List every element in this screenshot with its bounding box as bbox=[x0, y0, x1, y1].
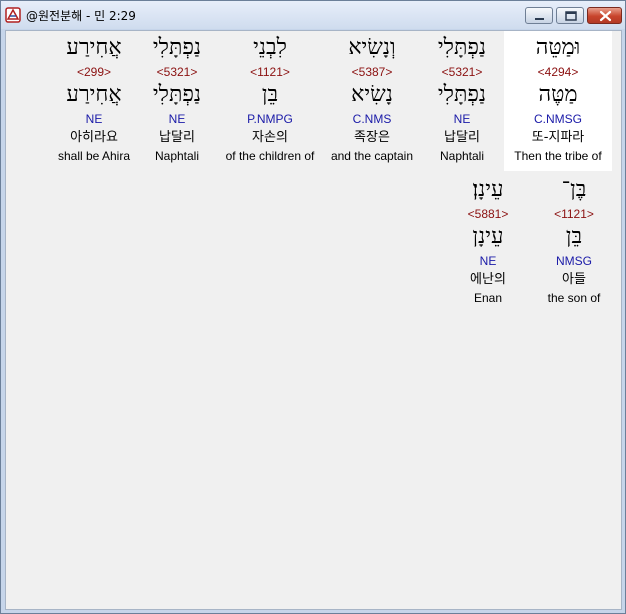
maximize-button[interactable] bbox=[556, 7, 584, 24]
hebrew-word: וּמַטֵּה bbox=[535, 35, 581, 60]
word-cell[interactable]: עֵינָן׃ <5881> עֵינָן NE 에난의 Enan bbox=[442, 173, 534, 313]
strong-number[interactable]: <5881> bbox=[442, 207, 534, 221]
close-button[interactable] bbox=[587, 7, 622, 24]
word-cell[interactable]: נַפְתָּלִי <5321> נַפְתָּלִי NE 납달리 Naph… bbox=[132, 31, 222, 171]
strong-number[interactable]: <1121> bbox=[528, 207, 620, 221]
app-window: @원전분해 - 민 2:29 וּמַטֵּה <4294> מַטֶּה C.… bbox=[0, 0, 626, 614]
english-gloss: of the children of bbox=[225, 149, 315, 163]
parsing-code: NE bbox=[168, 112, 186, 126]
word-cell[interactable]: בֶּן־ <1121> בֵּן NMSG 아들 the son of bbox=[528, 173, 620, 313]
maximize-icon bbox=[565, 11, 577, 21]
app-logo-icon bbox=[5, 7, 21, 23]
strong-number[interactable]: <5321> bbox=[416, 65, 508, 79]
strong-number[interactable]: <5387> bbox=[320, 65, 424, 79]
word-cell[interactable]: וּמַטֵּה <4294> מַטֶּה C.NMSG 또-지파라 Then… bbox=[504, 31, 612, 171]
english-gloss: Naphtali bbox=[154, 149, 200, 163]
hebrew-root: נַפְתָּלִי bbox=[437, 82, 487, 107]
strong-number[interactable]: <299> bbox=[48, 65, 140, 79]
parsing-code: NE bbox=[453, 112, 471, 126]
close-icon bbox=[599, 10, 612, 22]
word-cell[interactable]: לִבְנֵי <1121> בֵּן P.NMPG 자손의 of the ch… bbox=[210, 31, 330, 171]
korean-gloss: 납달리 bbox=[159, 130, 195, 145]
hebrew-word: וְנָשִׂיא bbox=[348, 35, 396, 60]
hebrew-root: נַפְתָּלִי bbox=[152, 82, 202, 107]
title-bar[interactable]: @원전분해 - 민 2:29 bbox=[1, 1, 625, 29]
hebrew-word: נַפְתָּלִי bbox=[437, 35, 487, 60]
hebrew-root: בֵּן bbox=[565, 224, 583, 249]
english-gloss: Naphtali bbox=[439, 149, 485, 163]
strong-number[interactable]: <1121> bbox=[210, 65, 330, 79]
hebrew-root: מַטֶּה bbox=[538, 82, 578, 107]
hebrew-word: נַפְתָּלִי bbox=[152, 35, 202, 60]
parsing-code: NE bbox=[85, 112, 103, 126]
parsing-code: NE bbox=[479, 254, 497, 268]
hebrew-word: אֲחִירַע bbox=[66, 35, 122, 60]
english-gloss: Then the tribe of bbox=[514, 149, 602, 163]
english-gloss: and the captain bbox=[330, 149, 414, 163]
korean-gloss: 아들 bbox=[562, 272, 586, 287]
strong-number[interactable]: <5321> bbox=[132, 65, 222, 79]
hebrew-root: בֵּן bbox=[261, 82, 279, 107]
minimize-button[interactable] bbox=[525, 7, 553, 24]
korean-gloss: 아히라요 bbox=[70, 130, 118, 145]
hebrew-root: נָשִׂיא bbox=[351, 82, 393, 107]
word-cell[interactable]: נַפְתָּלִי <5321> נַפְתָּלִי NE 납달리 Naph… bbox=[416, 31, 508, 171]
hebrew-word: עֵינָן׃ bbox=[472, 177, 504, 202]
parsing-code: NMSG bbox=[556, 254, 592, 268]
english-gloss: the son of bbox=[547, 291, 601, 305]
minimize-icon bbox=[535, 18, 544, 20]
parsing-code: C.NMS bbox=[352, 112, 392, 126]
strong-number[interactable]: <4294> bbox=[504, 65, 612, 79]
korean-gloss: 또-지파라 bbox=[531, 130, 585, 145]
word-cell[interactable]: וְנָשִׂיא <5387> נָשִׂיא C.NMS 족장은 and t… bbox=[320, 31, 424, 171]
korean-gloss: 족장은 bbox=[354, 130, 390, 145]
window-title: @원전분해 - 민 2:29 bbox=[26, 9, 136, 23]
hebrew-word: בֶּן־ bbox=[561, 177, 587, 202]
parsing-code: P.NMPG bbox=[247, 112, 293, 126]
english-gloss: Enan bbox=[473, 291, 503, 305]
parsing-code: C.NMSG bbox=[534, 112, 582, 126]
analysis-panel: וּמַטֵּה <4294> מַטֶּה C.NMSG 또-지파라 Then… bbox=[5, 30, 622, 610]
hebrew-root: עֵינָן bbox=[472, 224, 504, 249]
korean-gloss: 에난의 bbox=[470, 272, 506, 287]
korean-gloss: 자손의 bbox=[252, 130, 288, 145]
word-cell[interactable]: אֲחִירַע <299> אֲחִירַע NE 아히라요 shall be… bbox=[48, 31, 140, 171]
hebrew-word: לִבְנֵי bbox=[253, 35, 287, 60]
hebrew-root: אֲחִירַע bbox=[66, 82, 122, 107]
korean-gloss: 납달리 bbox=[444, 130, 480, 145]
english-gloss: shall be Ahira bbox=[57, 149, 131, 163]
